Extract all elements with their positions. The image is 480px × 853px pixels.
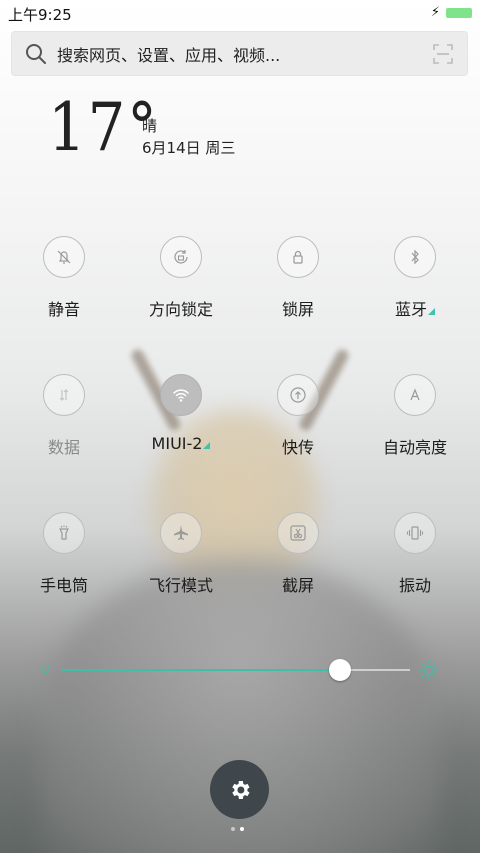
search-bar[interactable]: 搜索网页、设置、应用、视频... <box>11 31 468 76</box>
gear-icon <box>231 780 249 799</box>
airplane-icon <box>174 525 188 540</box>
weather-date: 6月14日 周三 <box>142 139 236 157</box>
tile-label-wifi: MIUI-2 <box>131 434 231 453</box>
tile-toggle-vibrate[interactable] <box>394 512 436 554</box>
tile-bluetooth[interactable]: 蓝牙 <box>365 236 465 336</box>
vibrate-icon <box>406 526 424 540</box>
tile-airplane-mode[interactable]: 飞行模式 <box>131 512 231 612</box>
data-arrows-icon <box>59 389 69 401</box>
more-options-icon <box>203 442 211 449</box>
tile-toggle-quick-transfer[interactable] <box>277 374 319 416</box>
flashlight-icon <box>59 525 69 540</box>
weather-condition: 晴 <box>142 117 158 135</box>
tile-toggle-lock-screen[interactable] <box>277 236 319 278</box>
tile-toggle-mute[interactable] <box>43 236 85 278</box>
tile-flashlight[interactable]: 手电筒 <box>14 512 114 612</box>
tile-toggle-mobile-data[interactable] <box>43 374 85 416</box>
scan-icon[interactable] <box>433 43 453 64</box>
tile-label-text: 自动亮度 <box>382 438 447 457</box>
search-input[interactable]: 搜索网页、设置、应用、视频... <box>57 42 433 66</box>
status-icons: ⚡ <box>431 6 472 20</box>
lock-icon <box>293 250 303 264</box>
tile-label-rotation-lock: 方向锁定 <box>131 296 231 320</box>
status-time: 上午9:25 <box>8 6 72 24</box>
tile-mobile-data[interactable]: 数据 <box>14 374 114 474</box>
tile-label-vibrate: 振动 <box>365 572 465 596</box>
tile-toggle-auto-brightness[interactable] <box>394 374 436 416</box>
battery-icon <box>446 8 472 18</box>
charging-icon: ⚡ <box>430 5 440 20</box>
more-options-icon <box>428 308 435 315</box>
tile-toggle-wifi[interactable] <box>160 374 202 416</box>
tile-toggle-screenshot[interactable] <box>277 512 319 554</box>
tile-label-text: 数据 <box>47 438 80 457</box>
tile-label-text: 飞行模式 <box>148 576 213 595</box>
tile-wifi[interactable]: MIUI-2 <box>131 374 231 474</box>
tile-label-text: 手电筒 <box>39 576 88 595</box>
tile-label-airplane-mode: 飞行模式 <box>131 572 231 596</box>
tile-label-mobile-data: 数据 <box>14 434 114 458</box>
page-indicator <box>231 827 244 831</box>
tile-label-text: 截屏 <box>281 576 314 595</box>
tile-label-text: 快传 <box>281 438 314 457</box>
brightness-thumb[interactable] <box>329 659 351 681</box>
weather-widget[interactable]: 17° 晴 6月14日 周三 <box>48 95 235 161</box>
search-icon <box>26 43 46 64</box>
scissors-icon <box>290 525 306 541</box>
settings-button[interactable] <box>210 760 269 819</box>
tile-auto-brightness[interactable]: 自动亮度 <box>365 374 465 474</box>
tile-label-bluetooth: 蓝牙 <box>365 296 465 320</box>
bell-off-icon <box>57 250 71 264</box>
tile-toggle-rotation-lock[interactable] <box>160 236 202 278</box>
tile-label-quick-transfer: 快传 <box>248 434 348 458</box>
brightness-fill <box>61 669 340 671</box>
tile-lock-screen[interactable]: 锁屏 <box>248 236 348 336</box>
tile-label-text: MIUI-2 <box>151 434 203 453</box>
tile-label-text: 振动 <box>398 576 431 595</box>
auto-brightness-icon <box>410 388 420 401</box>
status-bar: 上午9:25 ⚡ <box>0 0 480 28</box>
tile-label-auto-brightness: 自动亮度 <box>365 434 465 458</box>
wifi-icon <box>173 389 189 402</box>
tile-quick-transfer[interactable]: 快传 <box>248 374 348 474</box>
brightness-high-icon <box>419 660 439 680</box>
upload-icon <box>290 387 306 403</box>
bluetooth-icon <box>411 249 419 265</box>
tile-label-text: 蓝牙 <box>394 300 427 319</box>
brightness-low-icon <box>42 665 50 673</box>
tile-mute[interactable]: 静音 <box>14 236 114 336</box>
tile-rotation-lock[interactable]: 方向锁定 <box>131 236 231 336</box>
tile-toggle-bluetooth[interactable] <box>394 236 436 278</box>
tile-label-text: 静音 <box>47 300 80 319</box>
tile-label-flashlight: 手电筒 <box>14 572 114 596</box>
page-dot <box>231 827 235 831</box>
page-dot <box>240 827 244 831</box>
brightness-slider[interactable] <box>38 655 440 685</box>
rotation-lock-icon <box>174 250 188 264</box>
tile-label-text: 锁屏 <box>281 300 314 319</box>
tile-vibrate[interactable]: 振动 <box>365 512 465 612</box>
tile-screenshot[interactable]: 截屏 <box>248 512 348 612</box>
tile-toggle-flashlight[interactable] <box>43 512 85 554</box>
tile-label-text: 方向锁定 <box>148 300 213 319</box>
tile-label-mute: 静音 <box>14 296 114 320</box>
tile-label-screenshot: 截屏 <box>248 572 348 596</box>
tile-label-lock-screen: 锁屏 <box>248 296 348 320</box>
tile-toggle-airplane-mode[interactable] <box>160 512 202 554</box>
